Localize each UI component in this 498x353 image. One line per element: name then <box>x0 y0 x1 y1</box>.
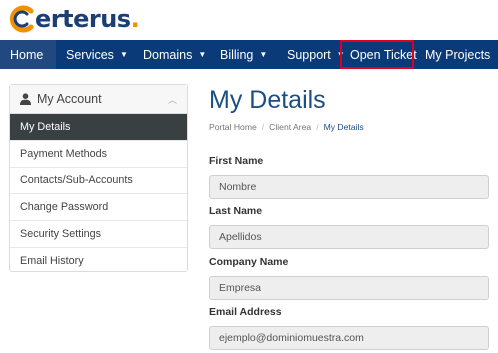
sidebar-item-label: My Details <box>20 120 71 133</box>
last-name-field[interactable]: Apellidos <box>209 225 489 249</box>
email-address-label: Email Address <box>209 306 282 318</box>
nav-billing-label: Billing <box>220 47 254 62</box>
first-name-group: First Name Nombre <box>209 154 489 199</box>
main-content: My Details Portal Home / Client Area / My De… <box>209 84 493 350</box>
brand-name: erterus. <box>35 5 140 33</box>
brand-logo[interactable]: erterus. <box>8 2 140 36</box>
first-name-label: First Name <box>209 155 264 167</box>
site-header: erterus. <box>0 0 498 40</box>
nav-home[interactable]: Home <box>0 40 56 69</box>
sidebar-item-change-password[interactable]: Change Password <box>10 194 187 222</box>
breadcrumb-separator: / <box>316 122 319 132</box>
caret-down-icon: ▼ <box>119 50 128 59</box>
email-address-group: Email Address ejemplo@dominiomuestra.com <box>209 305 489 350</box>
breadcrumb-client-area[interactable]: Client Area <box>269 122 311 132</box>
caret-down-icon: ▼ <box>198 50 207 59</box>
brand-c-logo-icon <box>10 5 34 33</box>
sidebar-item-label: Payment Methods <box>20 147 108 160</box>
breadcrumb-current: My Details <box>323 122 364 132</box>
main-nav: Home Services ▼ Domains ▼ Billing ▼ Supp… <box>0 40 498 69</box>
email-address-field[interactable]: ejemplo@dominiomuestra.com <box>209 326 489 350</box>
account-sidebar: My Account ︿ My Details Payment Methods … <box>9 84 188 272</box>
last-name-label: Last Name <box>209 205 263 217</box>
nav-billing[interactable]: Billing ▼ <box>210 40 277 69</box>
nav-support-label: Support <box>287 47 331 62</box>
sidebar-item-my-details[interactable]: My Details <box>10 114 187 141</box>
last-name-group: Last Name Apellidos <box>209 204 489 249</box>
sidebar-title: My Account <box>37 92 102 106</box>
sidebar-item-contacts[interactable]: Contacts/Sub-Accounts <box>10 168 187 195</box>
nav-home-label: Home <box>10 47 44 62</box>
nav-services[interactable]: Services ▼ <box>56 40 133 69</box>
sidebar-item-label: Contacts/Sub-Accounts <box>20 174 133 187</box>
company-name-label: Company Name <box>209 256 289 268</box>
sidebar-header[interactable]: My Account ︿ <box>10 85 187 114</box>
nav-domains[interactable]: Domains ▼ <box>133 40 210 69</box>
sidebar-item-label: Security Settings <box>20 228 102 241</box>
nav-my-projects[interactable]: My Projects <box>415 40 496 69</box>
company-name-field[interactable]: Empresa <box>209 276 489 300</box>
page-title: My Details <box>209 86 326 114</box>
sidebar-item-label: Change Password <box>20 201 109 214</box>
first-name-field[interactable]: Nombre <box>209 175 489 199</box>
nav-support[interactable]: Support ▼ <box>277 40 345 69</box>
nav-domains-label: Domains <box>143 47 193 62</box>
nav-my-projects-label: My Projects <box>425 47 491 62</box>
caret-down-icon: ▼ <box>259 50 268 59</box>
company-name-group: Company Name Empresa <box>209 255 489 300</box>
breadcrumb-portal-home[interactable]: Portal Home <box>209 122 257 132</box>
sidebar-item-payment-methods[interactable]: Payment Methods <box>10 141 187 168</box>
sidebar-item-email-history[interactable]: Email History <box>10 248 187 275</box>
nav-open-ticket-label: Open Ticket <box>350 47 417 62</box>
breadcrumb-separator: / <box>261 122 265 132</box>
sidebar-item-security-settings[interactable]: Security Settings <box>10 221 187 248</box>
breadcrumb: Portal Home / Client Area / My Details <box>209 122 493 134</box>
sidebar-item-label: Email History <box>20 255 84 268</box>
nav-services-label: Services <box>66 47 114 62</box>
user-icon <box>20 93 31 105</box>
nav-open-ticket[interactable]: Open Ticket <box>340 40 417 69</box>
chevron-up-icon[interactable]: ︿ <box>168 93 177 106</box>
